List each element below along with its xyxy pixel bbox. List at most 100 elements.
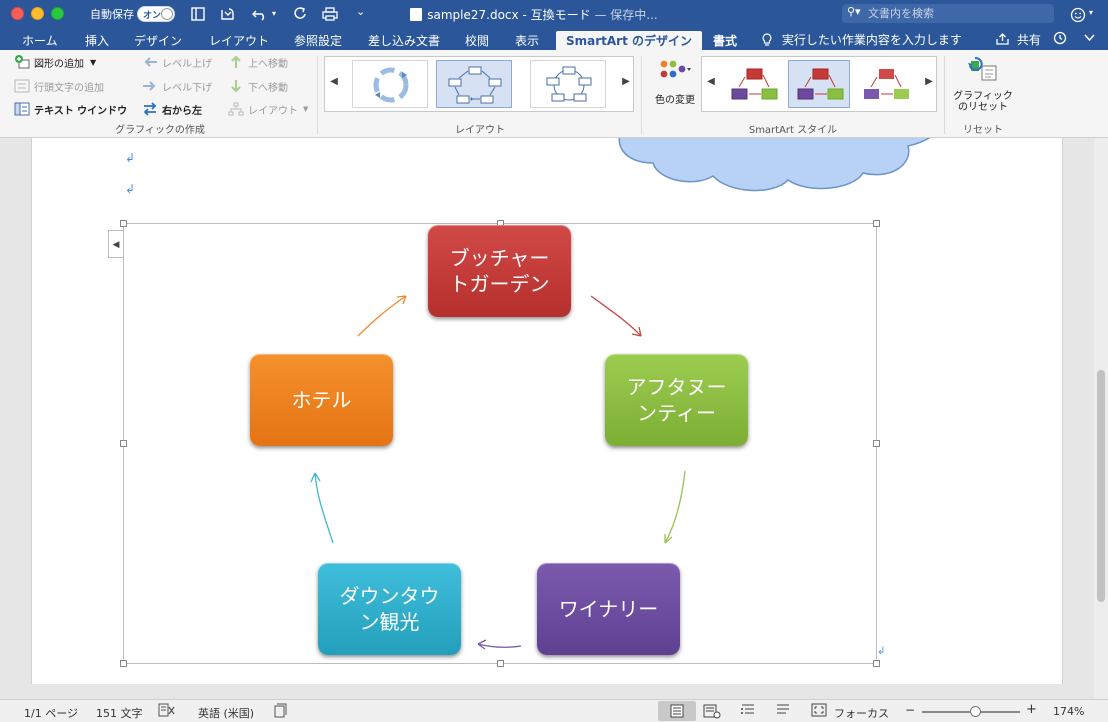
search-input[interactable] (868, 5, 1048, 21)
autosave-toggle[interactable]: オン (137, 6, 175, 22)
undo-dropdown-icon[interactable]: ▾ (272, 9, 276, 18)
focus-label[interactable]: フォーカス (834, 705, 889, 721)
close-window-button[interactable] (11, 7, 24, 20)
sidebar-icon[interactable] (188, 4, 208, 24)
move-up-arrow-icon (228, 54, 244, 70)
focus-icon[interactable] (811, 703, 829, 719)
group-layouts: レイアウト (455, 125, 505, 136)
smartart-node[interactable]: ホテル (250, 354, 393, 446)
doc-name: sample27.docx (427, 8, 519, 22)
layout-button[interactable]: レイアウト ▼ (228, 101, 308, 117)
text-pane-button[interactable]: テキスト ウインドウ (14, 101, 127, 117)
document-area[interactable]: ↲ ↲ ↲ ◀ ブッチャー トガーデン アフタヌー ンティー ワイナリー ダウン… (0, 138, 1108, 699)
promote-label: レベル上げ (162, 58, 212, 70)
zoom-in-button[interactable]: + (1026, 702, 1037, 717)
toggle-knob (161, 8, 173, 20)
style-option-3[interactable] (854, 60, 916, 108)
tab-mailings[interactable]: 差し込み文書 (368, 31, 440, 50)
zoom-slider[interactable] (922, 706, 1020, 717)
node-text: トガーデン (449, 272, 550, 296)
layout-option-ring-cycle[interactable] (530, 60, 606, 108)
styles-right-arrow-icon[interactable]: ▶ (924, 75, 934, 89)
undo-icon[interactable] (250, 4, 270, 24)
tab-design[interactable]: デザイン (134, 31, 182, 50)
color-palette-icon (660, 60, 691, 78)
draft-view-icon[interactable] (775, 703, 793, 719)
tab-view[interactable]: 表示 (515, 31, 539, 50)
promote-button[interactable]: レベル上げ (142, 54, 212, 70)
language[interactable]: 英語 (米国) (198, 705, 254, 721)
move-down-label: 下へ移動 (248, 82, 288, 94)
outline-view-icon[interactable] (740, 703, 758, 719)
tab-format[interactable]: 書式 (713, 31, 737, 50)
layout-gallery[interactable]: ◀ ▶ (324, 56, 634, 112)
feedback-dropdown-icon[interactable]: ▾ (1089, 8, 1093, 17)
tab-references[interactable]: 参照設定 (294, 31, 342, 50)
reset-graphic-label: グラフィック のリセット (950, 91, 1016, 113)
customize-toolbar-icon[interactable]: ⌄ (356, 5, 365, 18)
smartart-node[interactable]: アフタヌー ンティー (605, 354, 748, 446)
smartart-node[interactable]: ブッチャー トガーデン (428, 225, 571, 317)
ribbon-separator (944, 56, 945, 134)
connector-2-3 (664, 470, 686, 544)
ribbon-collapse-icon[interactable] (1084, 31, 1095, 45)
style-option-2[interactable] (788, 60, 850, 108)
tab-review[interactable]: 校閲 (465, 31, 489, 50)
gallery-right-arrow-icon[interactable]: ▶ (621, 75, 631, 89)
tab-home[interactable]: ホーム (22, 31, 58, 50)
proofing-icon[interactable] (158, 703, 176, 719)
node-text: ンティー (637, 401, 716, 425)
autosave-state: オン (143, 11, 162, 21)
scrollbar-thumb[interactable] (1097, 370, 1105, 602)
smartart-node[interactable]: ダウンタウ ン観光 (318, 563, 461, 655)
node-text: ダウンタウ (339, 584, 440, 608)
maximize-window-button[interactable] (51, 7, 64, 20)
smartart-node[interactable]: ワイナリー (537, 563, 680, 655)
minimize-window-button[interactable] (31, 7, 44, 20)
vertical-scrollbar[interactable] (1094, 138, 1108, 699)
node-text: ワイナリー (558, 597, 659, 621)
gallery-left-arrow-icon[interactable]: ◀ (329, 75, 339, 89)
print-icon[interactable] (320, 4, 340, 24)
tab-smartart-design[interactable]: SmartArt のデザイン (556, 31, 703, 50)
redo-icon[interactable] (290, 4, 310, 24)
zoom-slider-knob[interactable] (969, 706, 981, 717)
add-shape-button[interactable]: 図形の追加 ▼ (14, 54, 96, 70)
status-bar: 1/1 ページ 151 文字 英語 (米国) フォーカス − + 174% (0, 699, 1108, 722)
document-search[interactable]: ⚲▾ (842, 4, 1054, 23)
node-text: ホテル (291, 388, 352, 412)
layout-option-basic-cycle[interactable] (436, 60, 512, 108)
demote-button[interactable]: レベル下げ (142, 78, 212, 94)
add-shape-dropdown-icon[interactable]: ▼ (90, 58, 96, 67)
page-count[interactable]: 1/1 ページ (24, 705, 78, 721)
styles-left-arrow-icon[interactable]: ◀ (706, 75, 716, 89)
right-to-left-button[interactable]: 右から左 (142, 101, 202, 117)
tell-me-box[interactable]: 実行したい作業内容を入力します (762, 31, 962, 48)
add-bullet-icon (14, 78, 30, 94)
zoom-out-button[interactable]: − (905, 703, 915, 717)
word-count[interactable]: 151 文字 (96, 705, 143, 721)
layout-option-cycle-arrows[interactable] (352, 60, 428, 108)
add-bullet-button[interactable]: 行頭文字の追加 (14, 78, 104, 94)
print-layout-view-icon[interactable] (658, 701, 696, 721)
demote-label: レベル下げ (162, 82, 212, 94)
tell-me-text: 実行したい作業内容を入力します (781, 33, 962, 47)
save-icon[interactable] (218, 4, 238, 24)
reset-graphic-button[interactable]: グラフィック のリセット (950, 56, 1016, 113)
reset-graphic-label-line2: のリセット (958, 102, 1008, 113)
move-down-button[interactable]: 下へ移動 (228, 78, 288, 94)
history-icon[interactable] (1053, 31, 1067, 48)
change-colors-button[interactable]: 色の変更 (652, 58, 698, 106)
style-option-1[interactable] (722, 60, 784, 108)
group-reset: リセット (963, 125, 1003, 136)
share-button[interactable]: 共有 (996, 31, 1041, 48)
tab-layout[interactable]: レイアウト (209, 31, 269, 50)
smartart-style-gallery[interactable]: ◀ ▶ (701, 56, 937, 112)
track-changes-icon[interactable] (273, 703, 291, 719)
move-up-button[interactable]: 上へ移動 (228, 54, 288, 70)
tab-insert[interactable]: 挿入 (85, 31, 109, 50)
web-layout-view-icon[interactable] (703, 703, 721, 719)
ribbon-tabs: ホーム 挿入 デザイン レイアウト 参照設定 差し込み文書 校閲 表示 Smar… (0, 28, 1108, 50)
smiley-feedback-icon[interactable] (1068, 4, 1088, 24)
zoom-level[interactable]: 174% (1053, 705, 1084, 718)
